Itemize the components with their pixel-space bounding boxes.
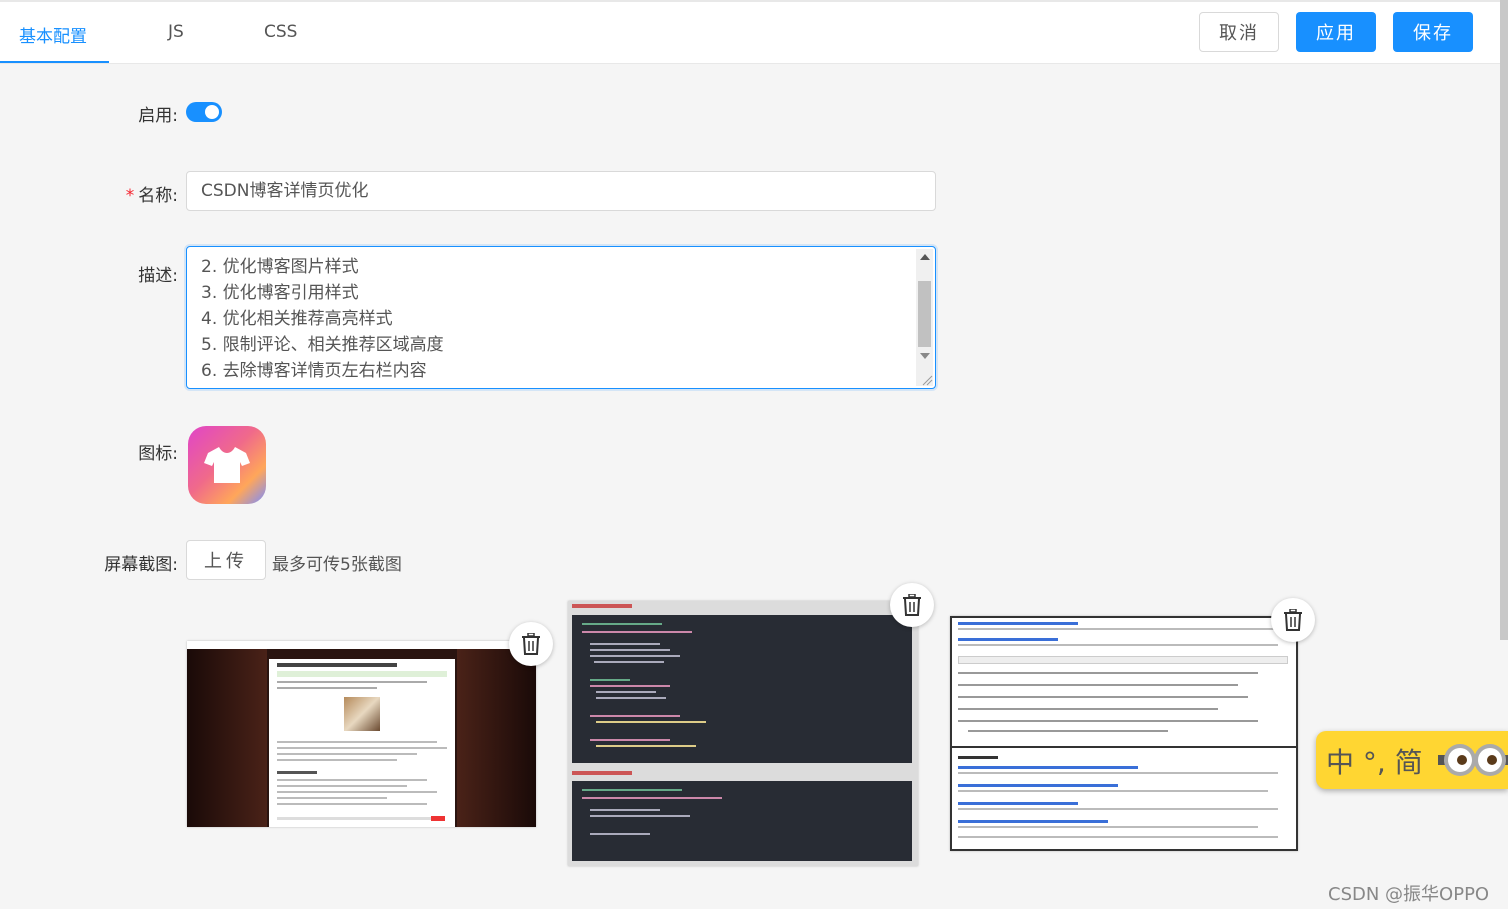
resize-handle-icon[interactable] bbox=[921, 374, 933, 386]
cancel-button[interactable]: 取消 bbox=[1199, 12, 1279, 52]
upload-hint: 最多可传5张截图 bbox=[272, 555, 402, 575]
apply-button[interactable]: 应用 bbox=[1296, 12, 1376, 52]
enabled-toggle[interactable] bbox=[186, 102, 222, 122]
watermark: CSDN @振华OPPO bbox=[1328, 884, 1490, 905]
description-line: 2. 优化博客图片样式 bbox=[201, 257, 359, 277]
ime-mode-text[interactable]: 中 °, 简 bbox=[1326, 741, 1423, 781]
thumb-bg bbox=[187, 649, 267, 827]
scroll-up-icon[interactable] bbox=[920, 254, 930, 260]
description-line: 4. 优化相关推荐高亮样式 bbox=[201, 309, 393, 329]
page-scrollbar[interactable] bbox=[1500, 0, 1508, 640]
thumb-bg bbox=[457, 649, 536, 827]
app-icon[interactable] bbox=[188, 426, 266, 504]
tshirt-icon bbox=[204, 447, 250, 483]
description-line: 3. 优化博客引用样式 bbox=[201, 283, 359, 303]
description-textarea[interactable]: ▔▔ ▔ ▔▔▔ ▔ 2. 优化博客图片样式 3. 优化博客引用样式 4. 优化… bbox=[186, 246, 936, 389]
delete-screenshot-button[interactable] bbox=[509, 622, 553, 666]
icon-label: 图标: bbox=[138, 444, 178, 464]
trash-icon bbox=[522, 633, 540, 655]
tab-css[interactable]: CSS bbox=[264, 22, 297, 42]
tab-basic-config[interactable]: 基本配置 bbox=[19, 22, 87, 47]
enabled-label: 启用: bbox=[138, 106, 178, 126]
delete-screenshot-button[interactable] bbox=[1271, 598, 1315, 642]
save-button[interactable]: 保存 bbox=[1393, 12, 1473, 52]
screenshot-thumbnail[interactable] bbox=[950, 616, 1298, 851]
required-mark: * bbox=[125, 186, 135, 206]
scroll-down-icon[interactable] bbox=[920, 353, 930, 359]
delete-screenshot-button[interactable] bbox=[890, 583, 934, 627]
description-lines: 2. 优化博客图片样式 3. 优化博客引用样式 4. 优化相关推荐高亮样式 5.… bbox=[201, 254, 444, 384]
screenshot-thumbnail[interactable] bbox=[568, 601, 918, 866]
thumb-code-block bbox=[572, 615, 912, 763]
ime-mascot-icon bbox=[1438, 744, 1508, 776]
thumb-header bbox=[187, 641, 536, 649]
name-label-text: 名称: bbox=[138, 186, 178, 206]
tab-js[interactable]: JS bbox=[168, 22, 184, 42]
textarea-scrollbar[interactable] bbox=[916, 249, 933, 386]
scroll-thumb[interactable] bbox=[918, 281, 931, 347]
description-label: 描述: bbox=[138, 266, 178, 286]
screenshot-thumbnail[interactable] bbox=[187, 641, 536, 827]
thumb-article bbox=[269, 659, 455, 827]
name-label: * 名称: bbox=[18, 181, 178, 206]
trash-icon bbox=[903, 594, 921, 616]
name-input[interactable]: CSDN博客详情页优化 bbox=[186, 171, 936, 211]
top-bar: 基本配置 JS CSS 取消 应用 保存 bbox=[0, 0, 1500, 64]
upload-button[interactable]: 上传 bbox=[186, 540, 266, 580]
trash-icon bbox=[1284, 609, 1302, 631]
description-line: 6. 去除博客详情页左右栏内容 bbox=[201, 361, 427, 381]
description-line: 5. 限制评论、相关推荐区域高度 bbox=[201, 335, 444, 355]
ime-toolbar[interactable]: 中 °, 简 bbox=[1316, 731, 1508, 789]
thumb-code-block bbox=[572, 781, 912, 861]
screenshots-label: 屏幕截图: bbox=[104, 555, 178, 575]
active-tab-indicator bbox=[0, 61, 109, 63]
